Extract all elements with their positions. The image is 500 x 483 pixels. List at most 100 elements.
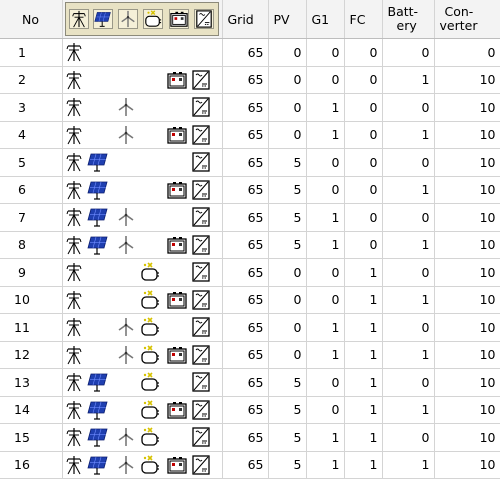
table-row[interactable]: 9 65 0 0 1 0 10 [0,258,500,287]
cell-no: 3 [0,93,63,122]
table-row[interactable]: 12 65 0 1 1 1 10 [0,341,500,369]
cell-fc: 0 [344,231,383,259]
table-row[interactable]: 15 65 5 1 1 0 10 [0,423,500,452]
cell-pv: 5 [268,176,307,204]
grid-tower-icon [65,290,83,310]
table-row[interactable]: 6 65 5 0 0 1 10 [0,176,500,204]
converter-icon [191,317,210,337]
cell-g1: 1 [306,341,345,369]
wind-turbine-icon[interactable] [117,9,138,29]
solar-panel-icon[interactable] [92,9,113,29]
cell-converter: 10 [434,148,500,177]
row-number: 3 [18,99,26,115]
table-row[interactable]: 5 65 5 0 0 0 10 [0,148,500,177]
cell-components [62,286,223,314]
cell-fc: 1 [344,341,383,369]
cell-battery: 0 [382,38,435,67]
cell-components [62,148,223,177]
row-number: 11 [14,319,30,335]
column-header-g1[interactable]: G1 [306,0,345,39]
fuel-cell-icon [140,345,159,365]
cell-no: 5 [0,148,63,177]
cell-g1: 1 [306,423,345,452]
battery-icon [166,180,187,200]
cell-fc: 0 [344,203,383,232]
column-header-converter-line1: Con- [444,4,474,19]
fuel-cell-icon [140,427,159,447]
cell-converter: 10 [434,203,500,232]
column-header-battery[interactable]: Batt-ery [382,0,435,39]
table-row[interactable]: 13 65 5 0 1 0 10 [0,368,500,397]
fuel-cell-icon [140,290,159,310]
cell-components [62,258,223,287]
row-number: 10 [14,292,30,308]
table-row[interactable]: 1 65 0 0 0 0 0 [0,38,500,67]
grid-tower-icon[interactable] [68,9,89,29]
table-row[interactable]: 2 65 0 0 0 1 10 [0,66,500,94]
fuel-cell-icon [140,317,159,337]
grid-tower-icon [65,70,83,90]
cell-components [62,93,223,122]
cell-no: 7 [0,203,63,232]
table-row[interactable]: 8 65 5 1 0 1 10 [0,231,500,259]
column-header-fc[interactable]: FC [344,0,383,39]
column-header-grid[interactable]: Grid [222,0,269,39]
column-header-converter[interactable]: Con-verter [434,0,500,39]
fuel-cell-icon [140,262,159,282]
table-row[interactable]: 11 65 0 1 1 0 10 [0,313,500,342]
converter-icon [191,262,210,282]
cell-converter: 10 [434,66,500,94]
cell-components [62,341,223,369]
cell-fc: 1 [344,313,383,342]
cell-battery: 1 [382,396,435,424]
wind-turbine-icon [117,427,135,447]
cell-pv: 5 [268,231,307,259]
cell-no: 9 [0,258,63,287]
converter-icon [191,70,210,90]
cell-grid: 65 [222,258,269,287]
table-row[interactable]: 3 65 0 1 0 0 10 [0,93,500,122]
row-number: 2 [18,72,26,88]
header-row: No Grid PV G1 FC Batt-ery Con-verter [0,0,500,39]
battery-icon [166,455,187,475]
row-number: 12 [14,347,30,363]
cell-grid: 65 [222,38,269,67]
grid-tower-icon [65,235,83,255]
table-row[interactable]: 14 65 5 0 1 1 10 [0,396,500,424]
column-header-pv[interactable]: PV [268,0,307,39]
cell-battery: 0 [382,368,435,397]
battery-icon [166,290,187,310]
battery-icon[interactable] [168,9,189,29]
cell-grid: 65 [222,341,269,369]
battery-icon [166,70,187,90]
cell-no: 8 [0,231,63,259]
table-row[interactable]: 7 65 5 1 0 0 10 [0,203,500,232]
grid-tower-icon [65,42,83,62]
cell-battery: 0 [382,313,435,342]
cell-pv: 0 [268,121,307,149]
cell-g1: 1 [306,451,345,479]
wind-turbine-icon [117,345,135,365]
cell-no: 2 [0,66,63,94]
table-row[interactable]: 4 65 0 1 0 1 10 [0,121,500,149]
column-header-no[interactable]: No [0,0,63,39]
row-number: 7 [18,209,26,225]
battery-icon [166,400,187,420]
cell-components [62,396,223,424]
cell-g1: 0 [306,286,345,314]
fuel-cell-icon [140,455,159,475]
converter-icon [191,97,210,117]
converter-icon [191,455,210,475]
fuel-cell-icon[interactable] [142,9,163,29]
converter-icon[interactable] [193,9,214,29]
table-row[interactable]: 10 65 0 0 1 1 10 [0,286,500,314]
cell-battery: 0 [382,93,435,122]
cell-components [62,313,223,342]
column-header-components[interactable] [62,0,223,39]
table-row[interactable]: 16 65 5 1 1 1 10 [0,451,500,479]
cell-pv: 0 [268,66,307,94]
cell-converter: 10 [434,286,500,314]
solar-panel-icon [86,152,108,172]
cell-fc: 1 [344,423,383,452]
cell-components [62,203,223,232]
